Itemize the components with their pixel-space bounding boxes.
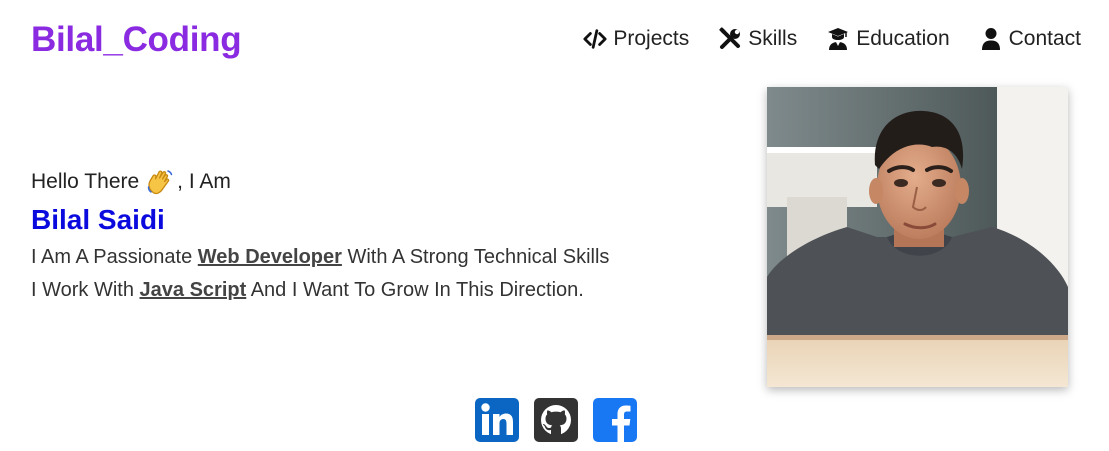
web-developer-highlight: Web Developer — [197, 246, 342, 268]
code-icon — [583, 27, 607, 51]
hero-text: Hello There , I Am Bilal Saidi I Am A Pa… — [31, 168, 711, 307]
nav-education-link[interactable]: Education — [826, 27, 950, 51]
nav-skills-link[interactable]: Skills — [718, 27, 797, 51]
nav-links: Projects Skills Education Contact — [583, 27, 1081, 51]
graduate-icon — [826, 27, 850, 51]
line1-pre: I Am A Passionate — [31, 246, 198, 268]
navbar: Bilal_Coding Projects Skills Education C… — [0, 0, 1109, 86]
social-links — [475, 398, 637, 442]
line2-pre: I Work With — [31, 279, 140, 301]
description-line-2: I Work With Java Script And I Want To Gr… — [31, 274, 711, 307]
line1-post: With A Strong Technical Skills — [341, 246, 610, 268]
javascript-highlight: Java Script — [139, 279, 247, 301]
facebook-icon[interactable] — [593, 398, 637, 442]
linkedin-icon[interactable] — [475, 398, 519, 442]
waving-hand-icon — [146, 168, 174, 196]
tools-icon — [718, 27, 742, 51]
greeting: Hello There , I Am — [31, 168, 711, 196]
nav-education-label: Education — [856, 27, 950, 50]
nav-contact-link[interactable]: Contact — [979, 27, 1081, 51]
github-icon[interactable] — [534, 398, 578, 442]
hero-name: Bilal Saidi — [31, 204, 165, 235]
line2-post: And I Want To Grow In This Direction. — [246, 279, 584, 301]
greeting-suffix: , I Am — [177, 170, 231, 193]
greeting-prefix: Hello There — [31, 170, 140, 193]
nav-projects-link[interactable]: Projects — [583, 27, 689, 51]
nav-skills-label: Skills — [748, 27, 798, 50]
profile-photo — [767, 87, 1068, 387]
site-logo[interactable]: Bilal_Coding — [31, 20, 242, 60]
user-icon — [979, 27, 1003, 51]
nav-projects-label: Projects — [613, 27, 690, 50]
nav-contact-label: Contact — [1008, 27, 1081, 50]
description-line-1: I Am A Passionate Web Developer With A S… — [31, 241, 711, 274]
